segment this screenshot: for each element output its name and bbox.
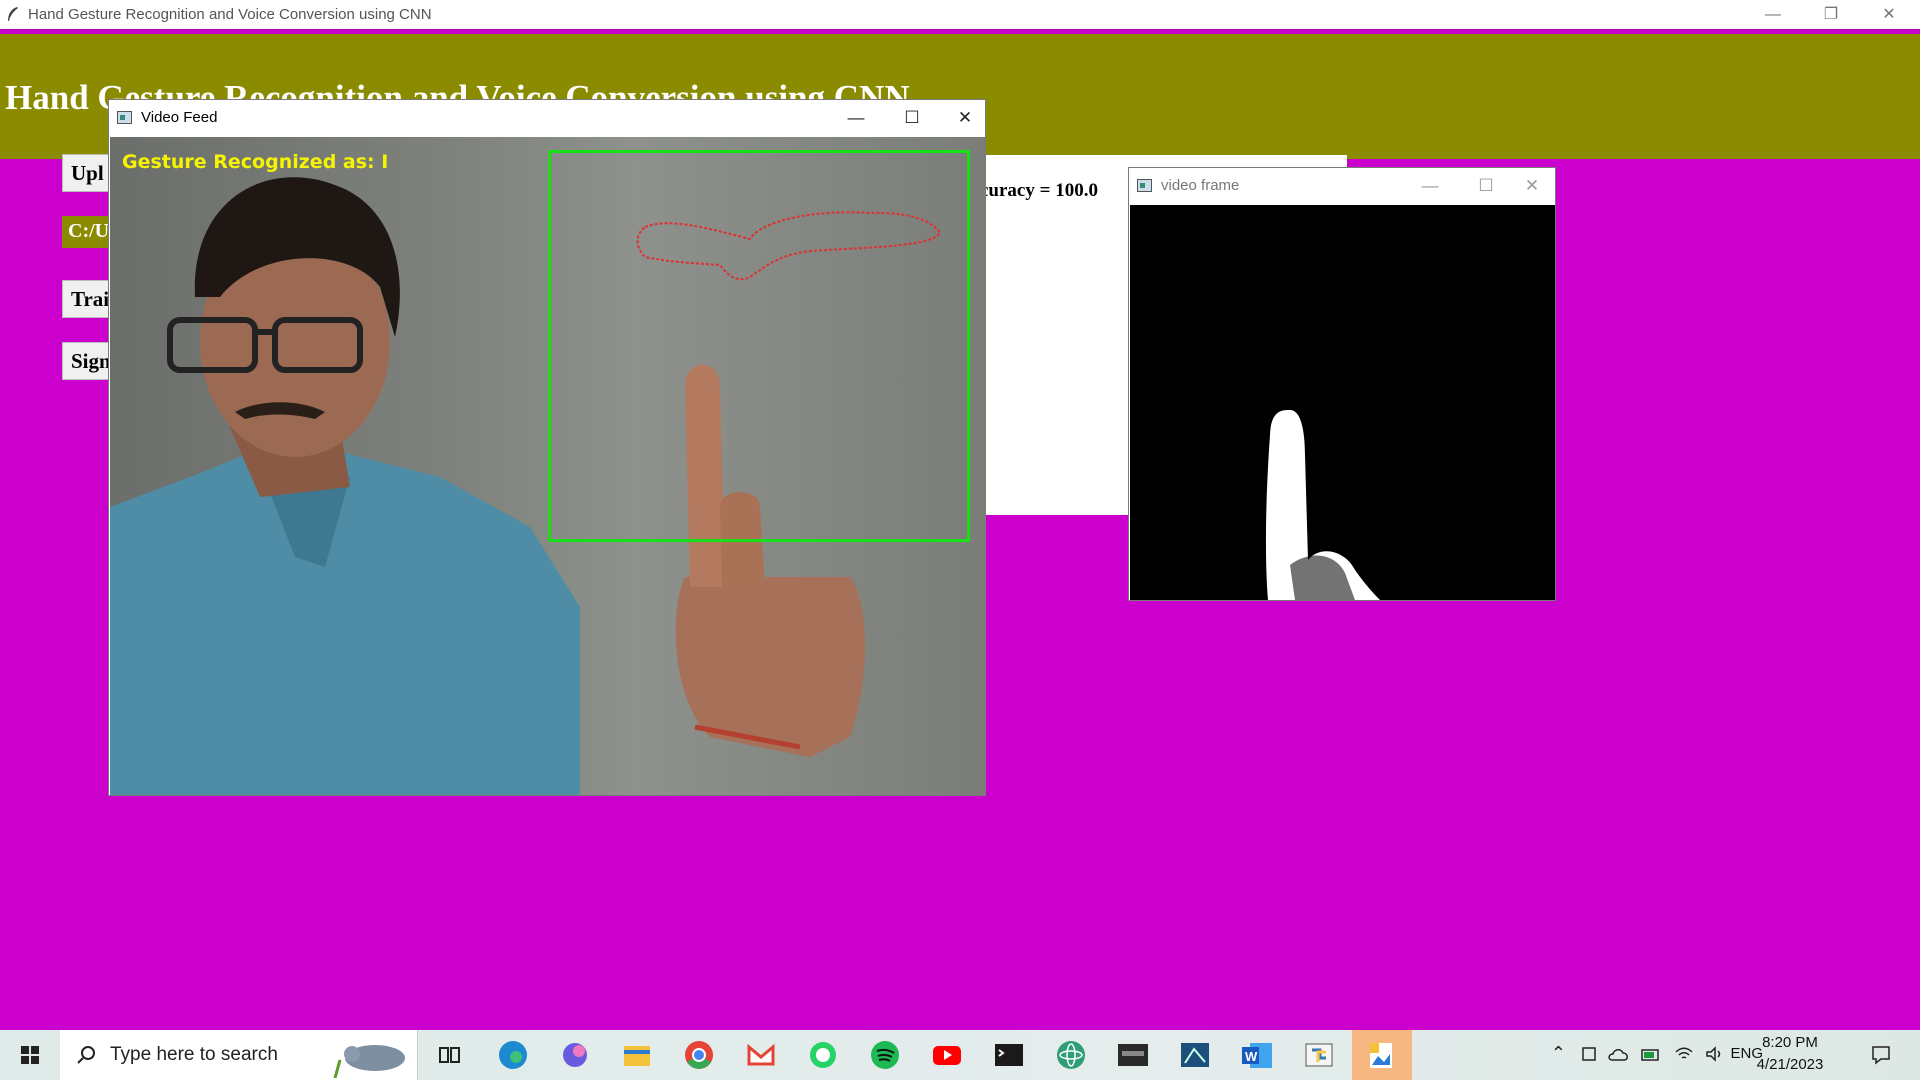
file-explorer-icon[interactable]	[618, 1036, 656, 1074]
terminal-icon[interactable]	[990, 1036, 1028, 1074]
taskbar-search-box[interactable]: Type here to search	[60, 1030, 418, 1080]
camera-feed-image: Gesture Recognized as: I	[110, 137, 985, 795]
hand-mask	[1265, 410, 1380, 600]
app-title-bar: Hand Gesture Recognition and Voice Conve…	[0, 0, 1920, 30]
minimize-button[interactable]: —	[1407, 168, 1453, 204]
speaker-icon[interactable]	[1704, 1044, 1724, 1064]
opencv-window-icon	[1137, 179, 1152, 192]
video-feed-title-bar[interactable]: Video Feed — ☐ ✕	[109, 100, 985, 136]
video-feed-window[interactable]: Video Feed — ☐ ✕ Gesture Recognized as: …	[108, 99, 986, 796]
youtube-icon[interactable]	[928, 1036, 966, 1074]
video-frame-title-bar[interactable]: video frame — ☐ ✕	[1129, 168, 1555, 204]
task-view-icon[interactable]	[430, 1036, 468, 1074]
close-button[interactable]: ✕	[1509, 168, 1555, 204]
taskbar: Type here to search W ⌃ ENG 8:20 PM 4/21…	[0, 1030, 1920, 1080]
wifi-icon[interactable]	[1674, 1044, 1694, 1064]
whatsapp-icon[interactable]	[804, 1036, 842, 1074]
windows-start-icon[interactable]	[0, 1030, 60, 1080]
app-window-title: Hand Gesture Recognition and Voice Conve…	[28, 6, 432, 23]
close-button[interactable]: ✕	[1860, 0, 1918, 29]
chevron-up-icon[interactable]: ⌃	[1551, 1043, 1566, 1064]
search-placeholder: Type here to search	[110, 1044, 278, 1065]
maximize-button[interactable]: ☐	[889, 100, 935, 136]
photos-icon[interactable]	[1362, 1036, 1400, 1074]
video-frame-title: video frame	[1161, 177, 1240, 194]
battery-icon[interactable]	[1640, 1045, 1662, 1063]
device-icon[interactable]	[1580, 1045, 1598, 1063]
chrome-icon[interactable]	[680, 1036, 718, 1074]
roi-box	[548, 150, 970, 542]
svg-text:W: W	[1245, 1049, 1258, 1064]
clock-date[interactable]: 4/21/2023	[1750, 1056, 1830, 1073]
video-feed-title: Video Feed	[141, 109, 218, 126]
gmail-icon[interactable]	[742, 1036, 780, 1074]
mysql-icon[interactable]	[1114, 1036, 1152, 1074]
workbench-icon[interactable]	[1176, 1036, 1214, 1074]
minimize-button[interactable]: —	[1744, 0, 1802, 29]
opencv-window-icon	[117, 111, 132, 124]
manatee-icon	[333, 1045, 405, 1078]
onedrive-icon[interactable]	[1608, 1045, 1630, 1063]
accuracy-label: curacy = 100.0	[980, 180, 1098, 201]
clock-time[interactable]: 8:20 PM	[1750, 1034, 1830, 1051]
spotify-icon[interactable]	[866, 1036, 904, 1074]
copilot-icon[interactable]	[556, 1036, 594, 1074]
atom-icon[interactable]	[1052, 1036, 1090, 1074]
word-icon[interactable]: W	[1238, 1036, 1276, 1074]
gesture-recognized-label: Gesture Recognized as: I	[122, 151, 389, 173]
minimize-button[interactable]: —	[833, 100, 879, 136]
close-button[interactable]: ✕	[942, 100, 988, 136]
edge-icon[interactable]	[494, 1036, 532, 1074]
feather-icon	[8, 7, 18, 21]
restore-button[interactable]: ❐	[1802, 0, 1860, 29]
system-tray: ⌃ ENG 8:20 PM 4/21/2023	[1520, 1030, 1920, 1080]
search-icon	[77, 1046, 95, 1064]
video-frame-window[interactable]: video frame — ☐ ✕	[1128, 167, 1556, 601]
maximize-button[interactable]: ☐	[1463, 168, 1509, 204]
python-icon[interactable]	[1300, 1036, 1338, 1074]
threshold-mask-image	[1130, 205, 1555, 600]
notification-icon[interactable]	[1870, 1044, 1892, 1066]
